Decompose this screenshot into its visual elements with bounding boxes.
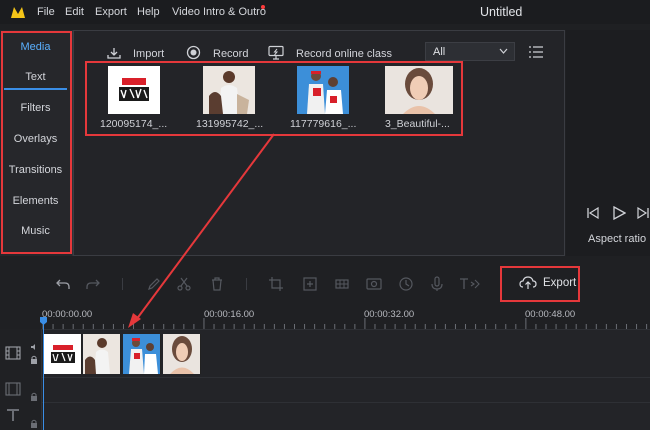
annotation-arrow: [128, 133, 275, 328]
